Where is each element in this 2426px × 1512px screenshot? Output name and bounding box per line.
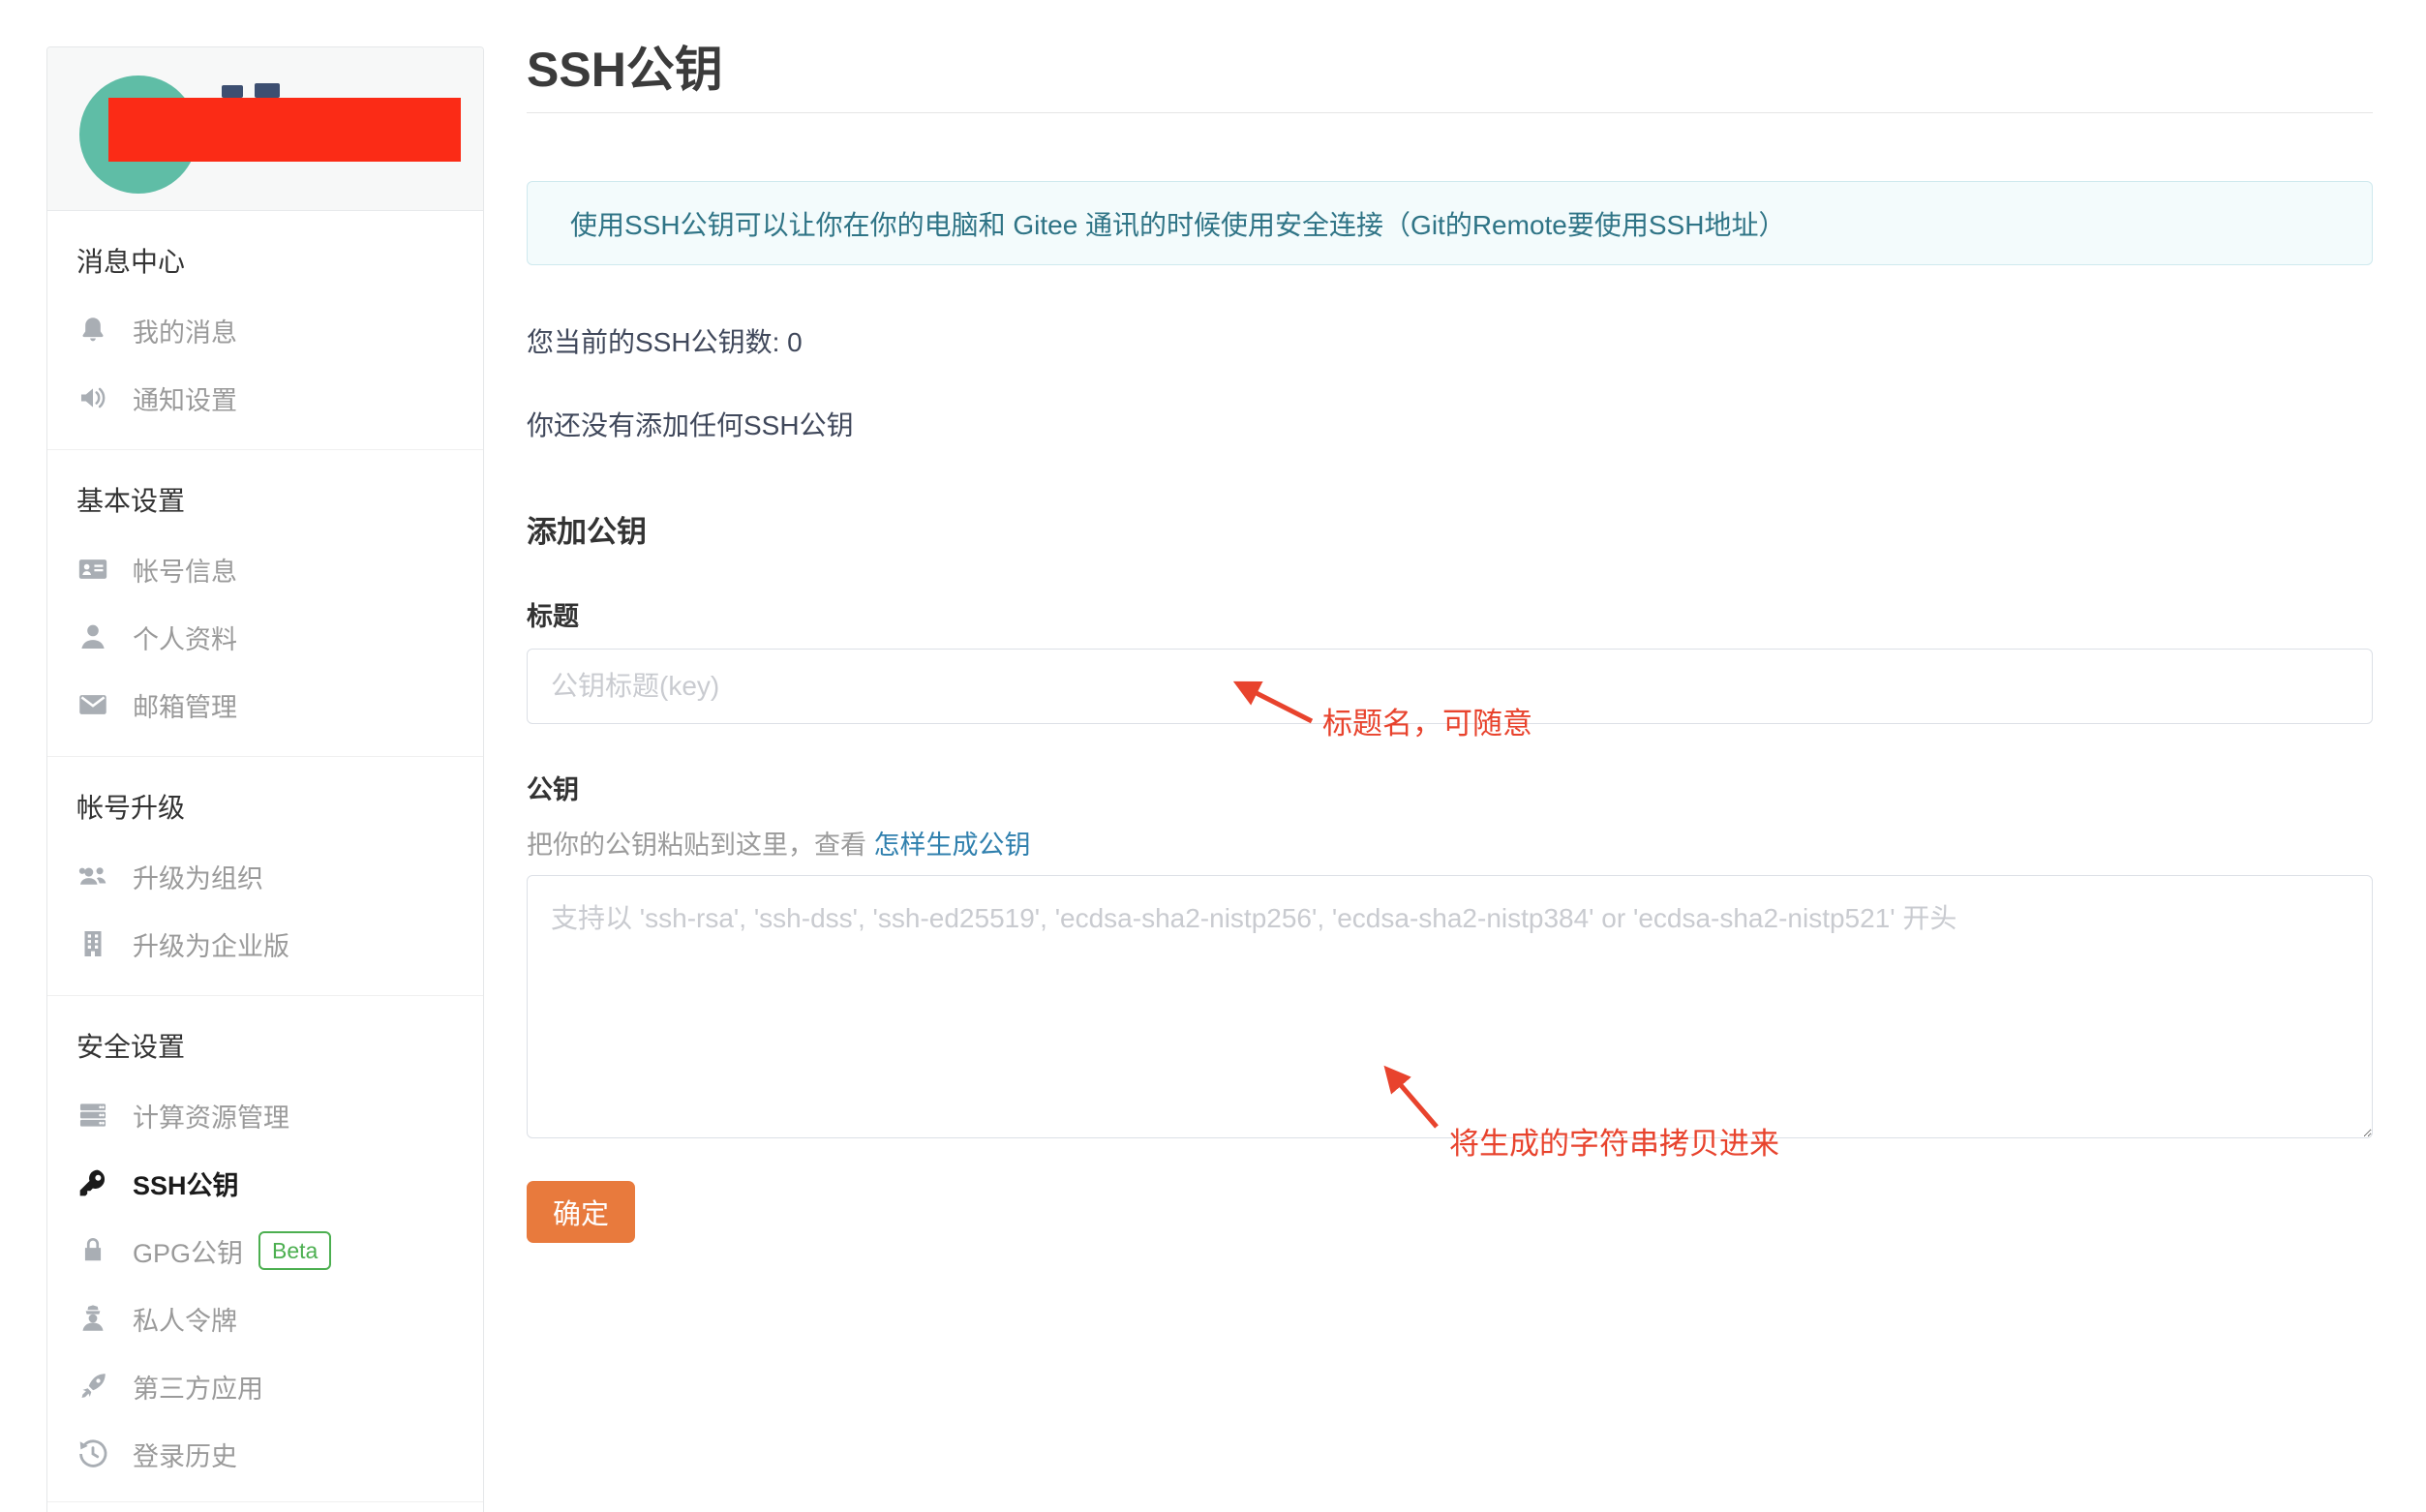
sidebar-item-label: 私人令牌: [133, 1300, 237, 1338]
bell-icon: [76, 314, 115, 347]
sidebar-item-label: SSH公钥: [133, 1164, 239, 1202]
section-heading: 基本设置: [47, 468, 483, 535]
gpg-lock-icon: [76, 1234, 115, 1267]
building-icon: [76, 927, 115, 960]
info-banner: 使用SSH公钥可以让你在你的电脑和 Gitee 通讯的时候使用安全连接（Git的…: [527, 181, 2373, 265]
server-icon: [76, 1099, 115, 1132]
public-key-textarea[interactable]: [527, 875, 2373, 1138]
rocket-icon: [76, 1370, 115, 1403]
sidebar-item-label: 第三方应用: [133, 1368, 263, 1406]
sidebar-menu: 消息中心 我的消息 通知设置 基本设置: [47, 211, 483, 1512]
sidebar-item-my-messages[interactable]: 我的消息: [47, 296, 483, 364]
sidebar-item-email-management[interactable]: 邮箱管理: [47, 671, 483, 739]
sidebar-item-upgrade-organization[interactable]: 升级为组织: [47, 842, 483, 910]
sidebar-item-third-party-apps[interactable]: 第三方应用: [47, 1352, 483, 1420]
sidebar-item-label: 我的消息: [133, 312, 237, 349]
sidebar-item-label: 帐号信息: [133, 551, 237, 589]
sidebar-section-messages: 消息中心 我的消息 通知设置: [47, 211, 483, 449]
key-field-label: 公钥: [527, 769, 2373, 806]
ssh-key-settings-page: 消息中心 我的消息 通知设置 基本设置: [0, 0, 2426, 1512]
redacted-username-peek: [222, 85, 243, 98]
key-hint: 把你的公钥粘贴到这里，查看 怎样生成公钥: [527, 824, 2373, 862]
confirm-button[interactable]: 确定: [527, 1181, 635, 1243]
sidebar-item-label: 通知设置: [133, 379, 237, 417]
add-key-heading: 添加公钥: [527, 507, 2373, 551]
redacted-username-peek: [255, 83, 280, 98]
sidebar-item-label: 升级为企业版: [133, 925, 289, 963]
sidebar-item-gpg-keys[interactable]: GPG公钥 Beta: [47, 1217, 483, 1285]
redaction-overlay: [108, 98, 461, 162]
section-heading: 帐号升级: [47, 774, 483, 842]
envelope-icon: [76, 688, 115, 721]
users-icon: [76, 860, 115, 892]
id-card-icon: [76, 553, 115, 586]
title-divider: [527, 112, 2373, 113]
key-title-input[interactable]: [527, 649, 2373, 724]
key-hint-text: 把你的公钥粘贴到这里，查看: [527, 831, 874, 860]
sidebar-item-label: 个人资料: [133, 619, 237, 656]
sidebar-item-login-history[interactable]: 登录历史: [47, 1420, 483, 1488]
main-content: SSH公钥 使用SSH公钥可以让你在你的电脑和 Gitee 通讯的时候使用安全连…: [527, 0, 2373, 1243]
sidebar-item-notification-settings[interactable]: 通知设置: [47, 364, 483, 432]
sidebar-item-label: 升级为组织: [133, 858, 263, 895]
sidebar-item-account-info[interactable]: 帐号信息: [47, 535, 483, 603]
sidebar-section-upgrade: 帐号升级 升级为组织 升级为企业版: [47, 756, 483, 995]
sidebar-profile-header: [47, 47, 483, 211]
ssh-key-count: 您当前的SSH公钥数: 0: [527, 321, 2373, 360]
user-secret-icon: [76, 1302, 115, 1335]
user-icon: [76, 620, 115, 653]
sidebar-item-profile[interactable]: 个人资料: [47, 603, 483, 671]
page-title: SSH公钥: [527, 41, 2373, 99]
sidebar-item-compute-resources[interactable]: 计算资源管理: [47, 1081, 483, 1149]
key-icon: [76, 1166, 115, 1199]
sidebar-section-security: 安全设置 计算资源管理 SSH公钥 GP: [47, 995, 483, 1512]
speaker-icon: [76, 381, 115, 414]
sidebar-section-basic: 基本设置 帐号信息 个人资料 邮箱管理: [47, 449, 483, 756]
info-banner-text: 使用SSH公钥可以让你在你的电脑和 Gitee 通讯的时候使用安全连接（Git的…: [570, 204, 1785, 243]
settings-sidebar: 消息中心 我的消息 通知设置 基本设置: [46, 46, 484, 1512]
how-to-generate-key-link[interactable]: 怎样生成公钥: [874, 831, 1031, 860]
sidebar-item-label: 计算资源管理: [133, 1097, 289, 1134]
section-heading: 安全设置: [47, 1013, 483, 1081]
sidebar-item-label: 邮箱管理: [133, 686, 237, 724]
sidebar-item-label: GPG公钥: [133, 1232, 243, 1270]
sidebar-item-label: 登录历史: [133, 1436, 237, 1473]
sidebar-item-private-tokens[interactable]: 私人令牌: [47, 1285, 483, 1352]
sidebar-item-upgrade-enterprise[interactable]: 升级为企业版: [47, 910, 483, 978]
history-icon: [76, 1437, 115, 1470]
sidebar-item-ssh-keys[interactable]: SSH公钥: [47, 1149, 483, 1217]
sidebar-divider: [47, 1501, 483, 1502]
ssh-key-empty-message: 你还没有添加任何SSH公钥: [527, 405, 2373, 443]
section-heading: 消息中心: [47, 228, 483, 296]
title-field-label: 标题: [527, 595, 2373, 633]
beta-badge: Beta: [258, 1231, 331, 1270]
